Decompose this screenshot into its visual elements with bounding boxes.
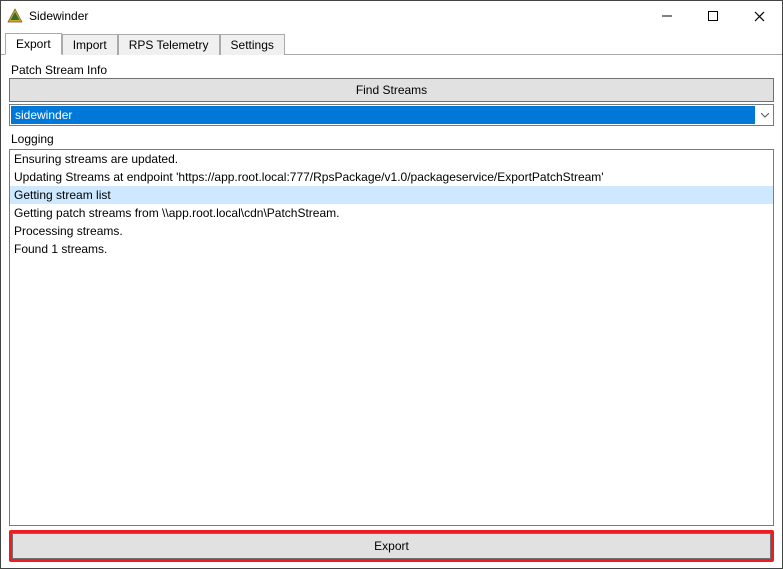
patch-stream-info-label: Patch Stream Info xyxy=(11,63,774,77)
tab-rps-telemetry[interactable]: RPS Telemetry xyxy=(118,34,220,55)
titlebar: Sidewinder xyxy=(1,1,782,31)
tab-export[interactable]: Export xyxy=(5,33,62,55)
maximize-button[interactable] xyxy=(690,1,736,31)
stream-select[interactable]: sidewinder xyxy=(9,104,774,126)
tab-content-export: Patch Stream Info Find Streams sidewinde… xyxy=(1,55,782,568)
find-streams-button[interactable]: Find Streams xyxy=(9,78,774,102)
close-button[interactable] xyxy=(736,1,782,31)
tab-settings[interactable]: Settings xyxy=(220,34,285,55)
window-controls xyxy=(644,1,782,31)
minimize-button[interactable] xyxy=(644,1,690,31)
log-list[interactable]: Ensuring streams are updated. Updating S… xyxy=(9,149,774,526)
chevron-down-icon xyxy=(761,110,769,120)
tab-bar: Export Import RPS Telemetry Settings xyxy=(1,31,782,55)
log-line[interactable]: Getting patch streams from \\app.root.lo… xyxy=(10,204,773,222)
app-icon xyxy=(7,8,23,24)
log-line[interactable]: Ensuring streams are updated. xyxy=(10,150,773,168)
stream-select-value: sidewinder xyxy=(11,106,755,124)
log-line[interactable]: Getting stream list xyxy=(10,186,773,204)
tab-import[interactable]: Import xyxy=(62,34,118,55)
log-line[interactable]: Found 1 streams. xyxy=(10,240,773,258)
export-button-highlight: Export xyxy=(9,530,774,562)
export-button[interactable]: Export xyxy=(12,533,771,559)
log-line[interactable]: Processing streams. xyxy=(10,222,773,240)
log-line[interactable]: Updating Streams at endpoint 'https://ap… xyxy=(10,168,773,186)
logging-label: Logging xyxy=(11,132,774,146)
window-title: Sidewinder xyxy=(29,9,644,23)
